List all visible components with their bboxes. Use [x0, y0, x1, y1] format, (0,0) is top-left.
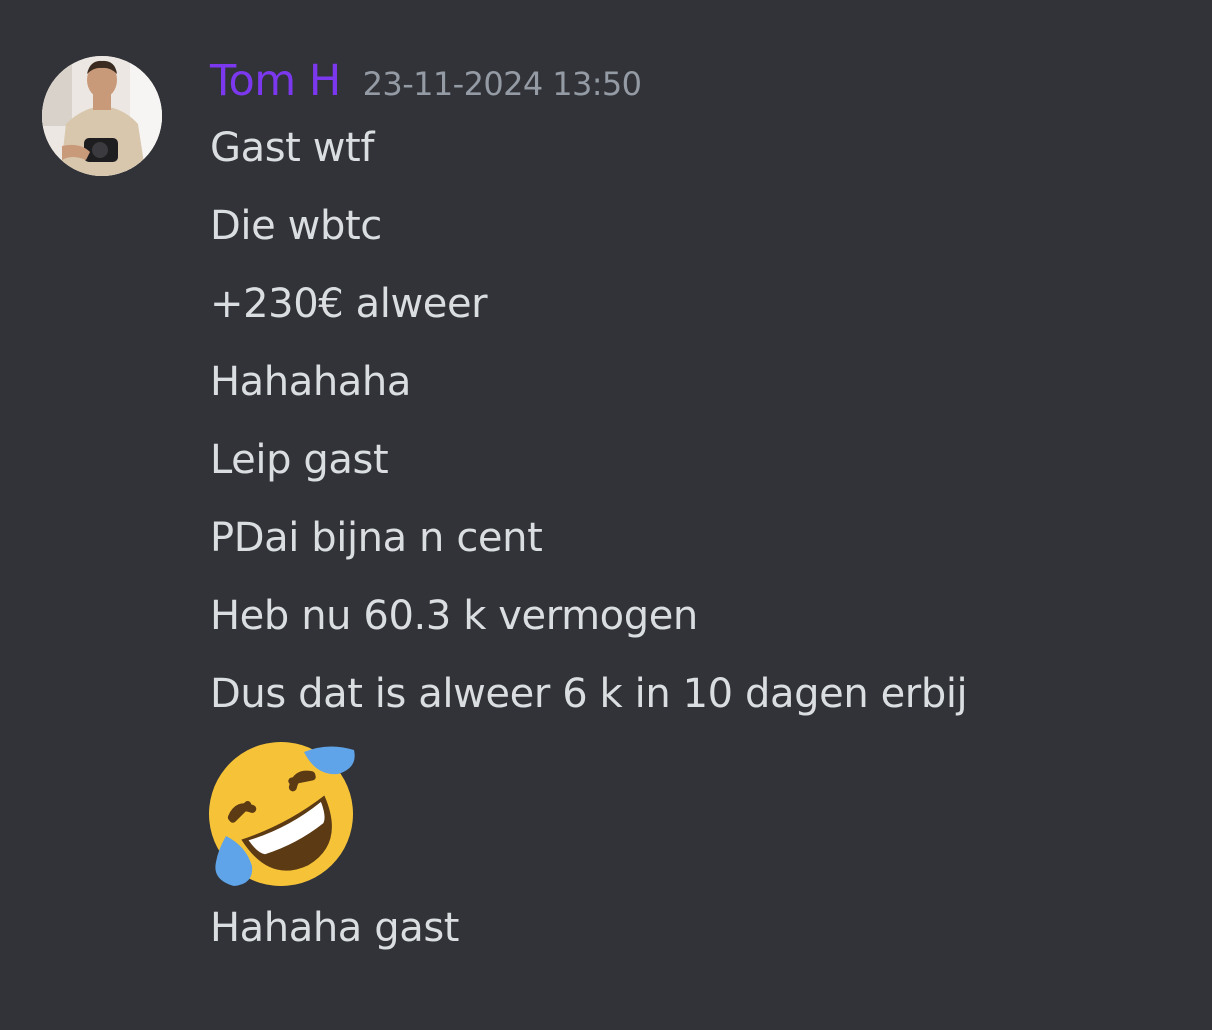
- message-line: Hahaha gast: [210, 905, 460, 951]
- chat-area: Tom H 23-11-2024 13:50 Gast wtf Die wbtc…: [0, 0, 1212, 1030]
- message-line: +230€ alweer: [210, 281, 488, 327]
- avatar[interactable]: [42, 56, 162, 176]
- message-line: Heb nu 60.3 k vermogen: [210, 593, 698, 639]
- username[interactable]: Tom H: [210, 56, 341, 106]
- message-header: Tom H 23-11-2024 13:50: [210, 56, 642, 110]
- rolling-on-the-floor-laughing-emoji[interactable]: [206, 738, 356, 888]
- message-line: Die wbtc: [210, 203, 382, 249]
- message-line: Leip gast: [210, 437, 389, 483]
- message-line: Dus dat is alweer 6 k in 10 dagen erbij: [210, 671, 968, 717]
- message-line: Gast wtf: [210, 125, 375, 171]
- timestamp[interactable]: 23-11-2024 13:50: [363, 65, 642, 103]
- message-line: PDai bijna n cent: [210, 515, 543, 561]
- message-line: Hahahaha: [210, 359, 411, 405]
